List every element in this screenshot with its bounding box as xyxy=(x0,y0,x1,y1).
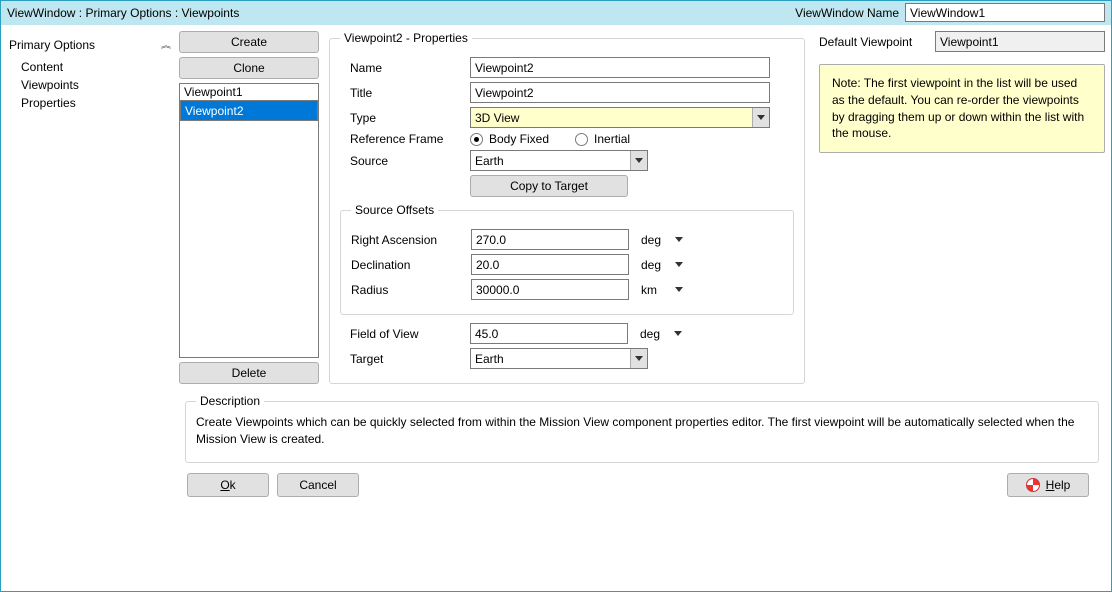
sidebar-header-label: Primary Options xyxy=(9,38,95,52)
title-label: Title xyxy=(340,86,470,100)
radio-icon xyxy=(470,133,483,146)
list-column: Create Clone Viewpoint1Viewpoint2 Delete xyxy=(179,31,319,384)
name-input[interactable] xyxy=(470,57,770,78)
footer: Ok Cancel Help xyxy=(179,463,1105,507)
sidebar-item-viewpoints[interactable]: Viewpoints xyxy=(7,76,173,94)
chevron-down-icon xyxy=(675,237,683,242)
dec-unit: deg xyxy=(629,258,667,272)
create-button[interactable]: Create xyxy=(179,31,319,53)
type-label: Type xyxy=(340,111,470,125)
radius-unit: km xyxy=(629,283,667,297)
breadcrumb: ViewWindow : Primary Options : Viewpoint… xyxy=(7,6,795,20)
type-value: 3D View xyxy=(471,111,752,125)
dialog-window: ViewWindow : Primary Options : Viewpoint… xyxy=(0,0,1112,592)
chevron-down-icon xyxy=(675,262,683,267)
list-item[interactable]: Viewpoint2 xyxy=(180,100,318,121)
viewpoint-listbox[interactable]: Viewpoint1Viewpoint2 xyxy=(179,83,319,358)
source-select[interactable]: Earth xyxy=(470,150,648,171)
target-select[interactable]: Earth xyxy=(470,348,648,369)
properties-column: Viewpoint2 - Properties Name Title Type xyxy=(329,31,805,384)
name-label: Name xyxy=(340,61,470,75)
target-label: Target xyxy=(340,352,470,366)
main-area: Create Clone Viewpoint1Viewpoint2 Delete… xyxy=(179,31,1105,591)
fov-unit-menu[interactable] xyxy=(666,331,690,336)
copy-to-target-button[interactable]: Copy to Target xyxy=(470,175,628,197)
radius-unit-menu[interactable] xyxy=(667,287,691,292)
radio-icon xyxy=(575,133,588,146)
radius-input[interactable] xyxy=(471,279,629,300)
delete-button[interactable]: Delete xyxy=(179,362,319,384)
target-value: Earth xyxy=(471,352,630,366)
dec-unit-menu[interactable] xyxy=(667,262,691,267)
properties-group: Viewpoint2 - Properties Name Title Type xyxy=(329,31,805,384)
default-viewpoint-label: Default Viewpoint xyxy=(819,35,935,49)
source-offsets-group: Source Offsets Right Ascension deg Decli… xyxy=(340,203,794,315)
sidebar: Primary Options ︽ ContentViewpointsPrope… xyxy=(1,31,179,591)
right-column: Default Viewpoint Note: The first viewpo… xyxy=(805,31,1105,384)
description-area: Description Create Viewpoints which can … xyxy=(185,394,1099,463)
refframe-label: Reference Frame xyxy=(340,132,470,146)
upper-area: Create Clone Viewpoint1Viewpoint2 Delete… xyxy=(179,31,1105,384)
radius-label: Radius xyxy=(351,283,471,297)
window-name-label: ViewWindow Name xyxy=(795,6,899,20)
refframe-bodyfixed-radio[interactable]: Body Fixed xyxy=(470,132,549,146)
fov-input[interactable] xyxy=(470,323,628,344)
default-viewpoint-field xyxy=(935,31,1105,52)
titlebar: ViewWindow : Primary Options : Viewpoint… xyxy=(1,1,1111,25)
sidebar-item-properties[interactable]: Properties xyxy=(7,94,173,112)
ra-unit: deg xyxy=(629,233,667,247)
sidebar-item-content[interactable]: Content xyxy=(7,58,173,76)
source-label: Source xyxy=(340,154,470,168)
description-text: Create Viewpoints which can be quickly s… xyxy=(196,414,1088,448)
fov-label: Field of View xyxy=(340,327,470,341)
chevron-down-icon xyxy=(674,331,682,336)
clone-button[interactable]: Clone xyxy=(179,57,319,79)
help-icon xyxy=(1026,478,1040,492)
list-item[interactable]: Viewpoint1 xyxy=(180,84,318,100)
chevron-down-icon xyxy=(630,349,647,368)
dec-input[interactable] xyxy=(471,254,629,275)
ok-button[interactable]: Ok xyxy=(187,473,269,497)
ra-unit-menu[interactable] xyxy=(667,237,691,242)
description-group: Description Create Viewpoints which can … xyxy=(185,394,1099,463)
source-offsets-legend: Source Offsets xyxy=(351,203,438,217)
chevron-down-icon xyxy=(630,151,647,170)
help-button[interactable]: Help xyxy=(1007,473,1089,497)
fov-unit: deg xyxy=(628,327,666,341)
description-legend: Description xyxy=(196,394,264,408)
note-box: Note: The first viewpoint in the list wi… xyxy=(819,64,1105,153)
content-area: Primary Options ︽ ContentViewpointsPrope… xyxy=(1,25,1111,591)
refframe-inertial-radio[interactable]: Inertial xyxy=(575,132,630,146)
chevron-down-icon xyxy=(752,108,769,127)
title-input[interactable] xyxy=(470,82,770,103)
ra-label: Right Ascension xyxy=(351,233,471,247)
window-name-input[interactable] xyxy=(905,3,1105,22)
collapse-icon: ︽ xyxy=(161,39,171,50)
properties-legend: Viewpoint2 - Properties xyxy=(340,31,472,45)
dec-label: Declination xyxy=(351,258,471,272)
cancel-button[interactable]: Cancel xyxy=(277,473,359,497)
type-select[interactable]: 3D View xyxy=(470,107,770,128)
ra-input[interactable] xyxy=(471,229,629,250)
sidebar-header[interactable]: Primary Options ︽ xyxy=(7,35,173,58)
chevron-down-icon xyxy=(675,287,683,292)
source-value: Earth xyxy=(471,154,630,168)
